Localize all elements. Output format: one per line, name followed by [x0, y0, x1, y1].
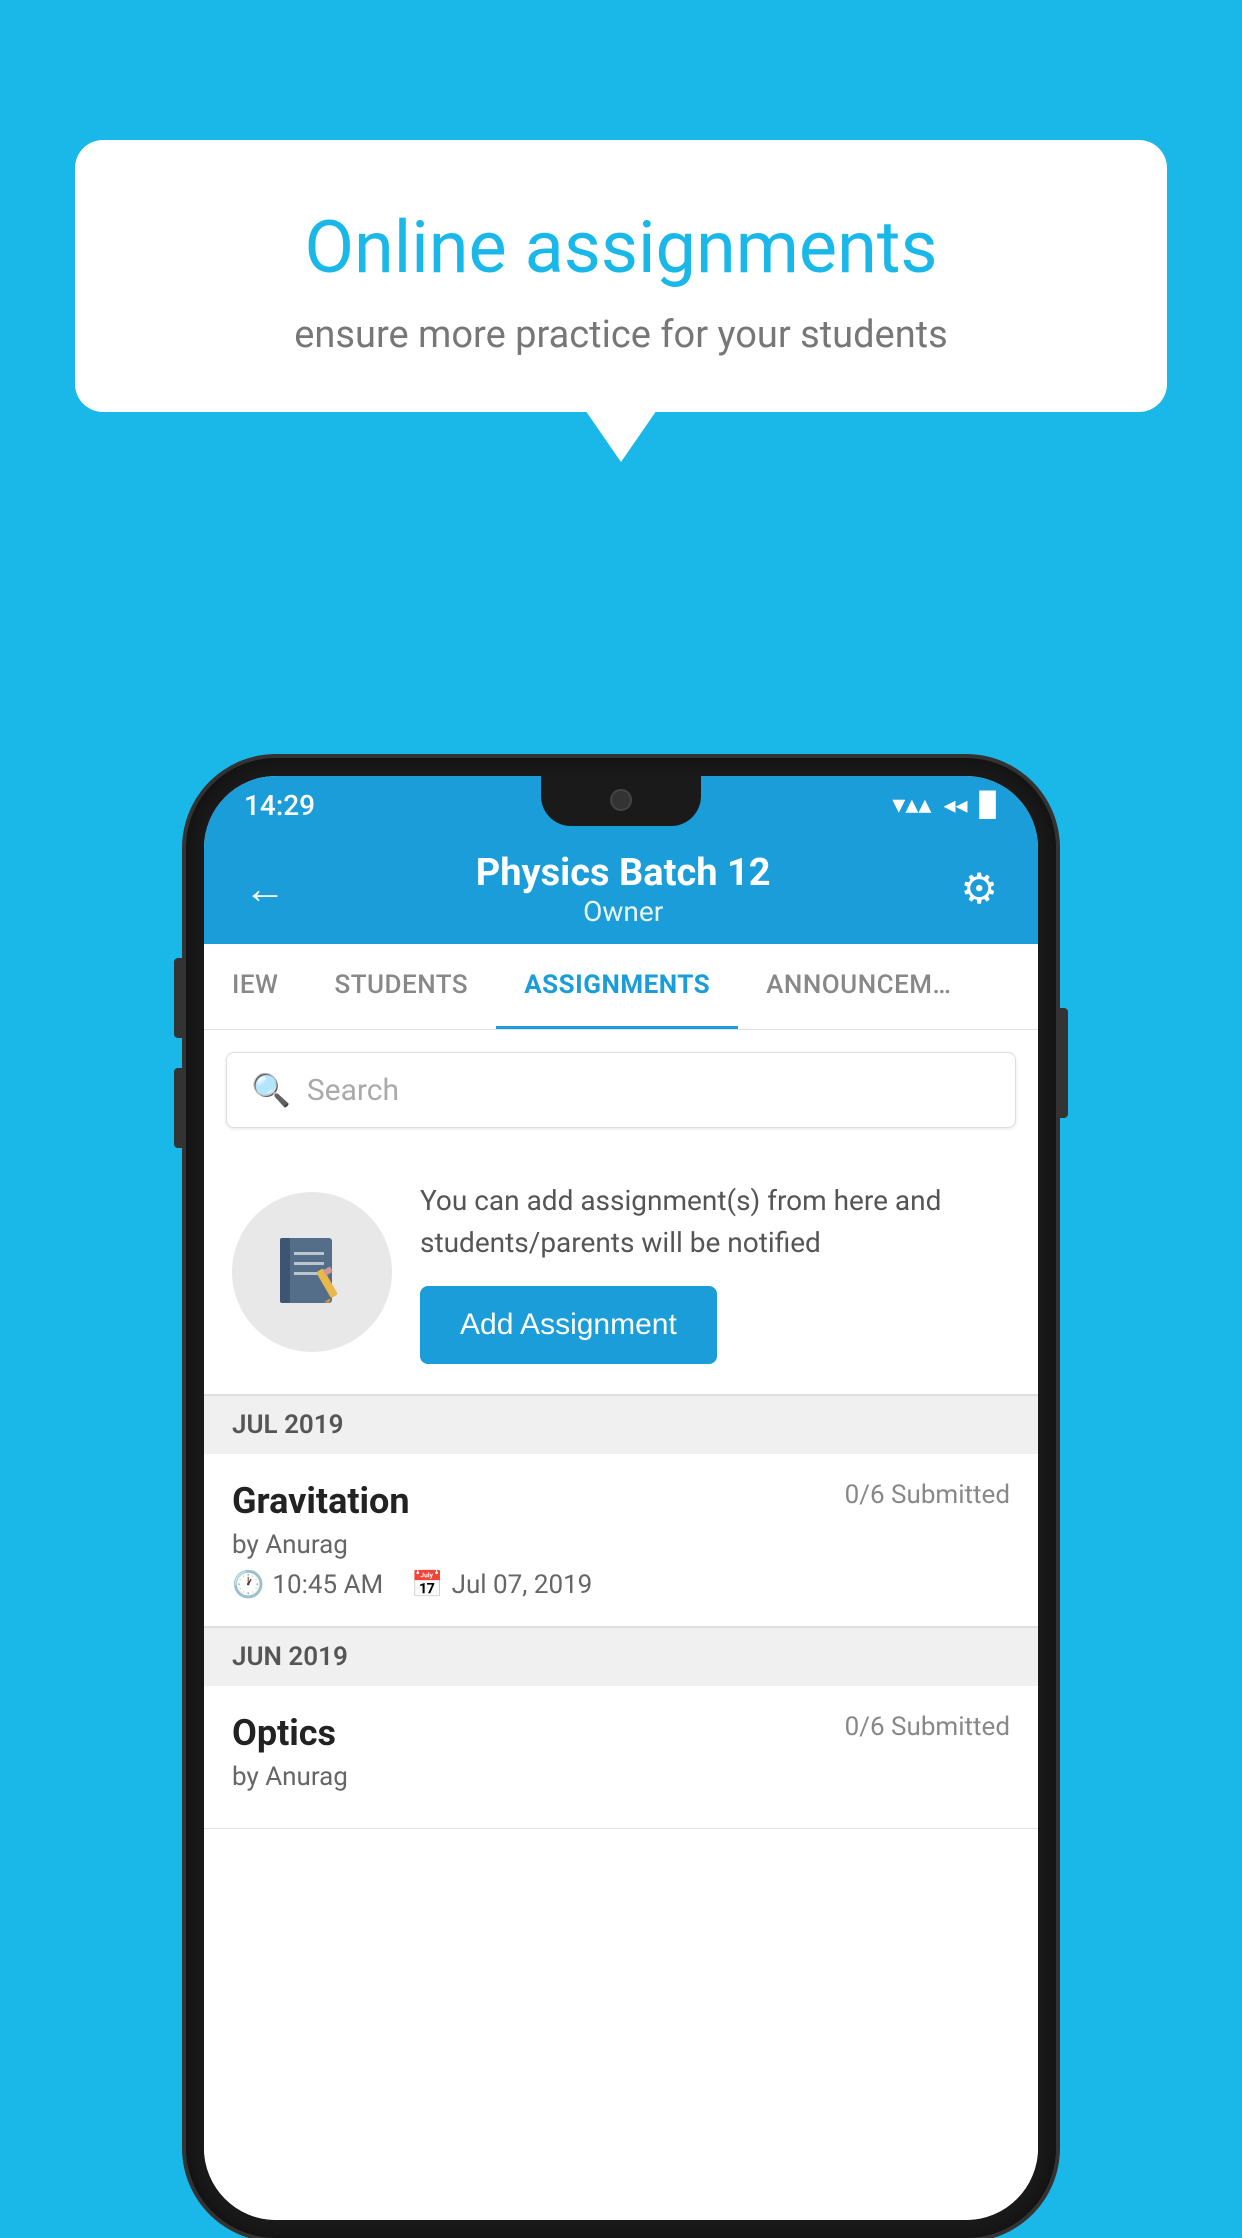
notebook-icon: [270, 1230, 355, 1315]
clock-icon: 🕐: [232, 1570, 264, 1600]
meta-date: 📅 Jul 07, 2019: [411, 1570, 592, 1600]
tabs-container: IEW STUDENTS ASSIGNMENTS ANNOUNCEM…: [204, 944, 1038, 1030]
assignment-title: Gravitation: [232, 1480, 410, 1522]
promo-text: You can add assignment(s) from here and …: [420, 1180, 1010, 1264]
assignment-submitted-2: 0/6 Submitted: [845, 1712, 1010, 1742]
section-jun-2019: JUN 2019: [204, 1627, 1038, 1686]
add-assignment-button[interactable]: Add Assignment: [420, 1286, 717, 1364]
assignment-meta: 🕐 10:45 AM 📅 Jul 07, 2019: [232, 1570, 1010, 1600]
phone-notch: [541, 776, 701, 826]
header-title: Physics Batch 12: [286, 851, 960, 895]
content-area: 🔍 Search: [204, 1030, 1038, 2220]
header-title-section: Physics Batch 12 Owner: [286, 851, 960, 928]
search-icon: 🔍: [251, 1071, 291, 1109]
phone-frame: 14:29 ▾▴▴ ◂◂ ▉ ← Physics Batch 12 Owner …: [186, 758, 1056, 2238]
wifi-icon: ▾▴▴: [892, 790, 931, 820]
battery-icon: ▉: [980, 791, 998, 819]
settings-icon[interactable]: ⚙: [960, 864, 998, 914]
phone-screen: 14:29 ▾▴▴ ◂◂ ▉ ← Physics Batch 12 Owner …: [204, 776, 1038, 2220]
calendar-icon: 📅: [411, 1570, 443, 1600]
volume-up-button: [174, 958, 182, 1038]
assignment-date: Jul 07, 2019: [452, 1570, 593, 1600]
assignment-optics[interactable]: Optics 0/6 Submitted by Anurag: [204, 1686, 1038, 1829]
promo-right: You can add assignment(s) from here and …: [420, 1180, 1010, 1364]
phone-camera: [610, 789, 632, 811]
tab-iew[interactable]: IEW: [204, 944, 306, 1029]
back-button[interactable]: ←: [244, 865, 286, 914]
assignment-title-2: Optics: [232, 1712, 336, 1754]
tab-announcements[interactable]: ANNOUNCEM…: [738, 944, 979, 1029]
assignment-author: by Anurag: [232, 1530, 1010, 1560]
search-placeholder: Search: [307, 1073, 399, 1108]
tab-students[interactable]: STUDENTS: [306, 944, 496, 1029]
status-time: 14:29: [244, 789, 315, 822]
add-assignment-promo: You can add assignment(s) from here and …: [204, 1150, 1038, 1395]
signal-icon: ◂◂: [943, 791, 967, 819]
speech-bubble-container: Online assignments ensure more practice …: [75, 140, 1167, 412]
speech-bubble: Online assignments ensure more practice …: [75, 140, 1167, 412]
app-header: ← Physics Batch 12 Owner ⚙: [204, 834, 1038, 944]
speech-bubble-title: Online assignments: [145, 205, 1097, 291]
power-button: [1060, 1008, 1068, 1118]
header-subtitle: Owner: [286, 895, 960, 928]
volume-down-button: [174, 1068, 182, 1148]
tab-assignments[interactable]: ASSIGNMENTS: [496, 944, 738, 1029]
assignment-top-row: Gravitation 0/6 Submitted: [232, 1480, 1010, 1522]
assignment-author-2: by Anurag: [232, 1762, 1010, 1792]
notebook-icon-circle: [232, 1192, 392, 1352]
meta-time: 🕐 10:45 AM: [232, 1570, 383, 1600]
assignment-time: 10:45 AM: [272, 1570, 383, 1600]
assignment-gravitation[interactable]: Gravitation 0/6 Submitted by Anurag 🕐 10…: [204, 1454, 1038, 1627]
section-jul-2019: JUL 2019: [204, 1395, 1038, 1454]
search-bar[interactable]: 🔍 Search: [226, 1052, 1016, 1128]
assignment-top-row-2: Optics 0/6 Submitted: [232, 1712, 1010, 1754]
speech-bubble-subtitle: ensure more practice for your students: [145, 313, 1097, 357]
status-icons: ▾▴▴ ◂◂ ▉: [892, 790, 998, 820]
assignment-submitted: 0/6 Submitted: [845, 1480, 1010, 1510]
